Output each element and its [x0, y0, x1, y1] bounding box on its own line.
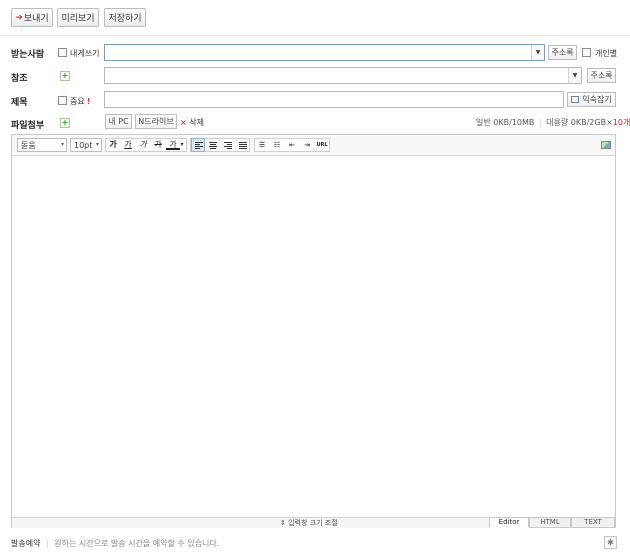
address-book-label: 주소록 [551, 48, 574, 57]
send-label: 보내기 [23, 14, 49, 24]
save-label: 저장하기 [108, 14, 142, 24]
subject-label: 제목 [11, 98, 28, 108]
font-size-value: 10pt [74, 140, 93, 150]
divider [0, 35, 630, 36]
editor-bottom-bar: ⇕ 입력창 크기 조절 Editor HTML TEXT [12, 517, 615, 528]
resize-label: 입력창 크기 조절 [288, 519, 338, 527]
tab-editor[interactable]: Editor [489, 517, 529, 528]
cc-label: 참조 [11, 74, 28, 84]
ndrive-button[interactable]: N드라이브 [135, 114, 177, 129]
font-family-value: 돋움 [21, 140, 36, 150]
delete-attachment-link[interactable]: × 삭제 [180, 117, 204, 128]
align-right-button[interactable] [221, 139, 235, 151]
self-send-checkbox[interactable] [58, 48, 67, 57]
preview-label: 미리보기 [61, 14, 95, 24]
align-left-icon [195, 142, 203, 150]
editor-toolbar: 돋움 ▾ 10pt ▾ 가 가 가 가 가 ▾ ☰ ☷ ⇤ ⇥ URL [12, 135, 615, 156]
resize-handle[interactable]: ⇕ 입력창 크기 조절 [280, 518, 338, 528]
align-group [190, 138, 250, 152]
mail-editor: 돋움 ▾ 10pt ▾ 가 가 가 가 가 ▾ ☰ ☷ ⇤ ⇥ URL ⇕ 입력… [11, 134, 616, 528]
recipient-input[interactable]: ▼ [104, 44, 545, 61]
cc-address-book-label: 주소록 [590, 71, 613, 80]
justify-button[interactable] [236, 139, 250, 151]
normal-size-text: 일반 0KB/10MB [476, 118, 535, 127]
gear-icon[interactable]: ✱ [604, 536, 617, 549]
subject-input[interactable] [104, 91, 564, 108]
align-center-button[interactable] [206, 139, 220, 151]
chevron-down-icon: ▾ [60, 141, 64, 148]
image-icon [601, 141, 611, 149]
delete-label: 삭제 [189, 118, 204, 127]
font-color-dropdown-icon[interactable]: ▾ [178, 139, 186, 151]
bulk-count-text: 10개 [612, 118, 630, 127]
bullet-list-button[interactable]: ☷ [270, 139, 284, 151]
chevron-down-icon: ▾ [95, 141, 99, 148]
underline-button[interactable]: 가 [121, 139, 135, 151]
preview-button[interactable]: 미리보기 [57, 8, 99, 27]
schedule-hint: 원하는 시간으로 발송 시간을 예약할 수 있습니다. [54, 539, 220, 548]
cc-input[interactable]: ▼ [104, 67, 582, 84]
resize-icon: ⇕ [280, 519, 286, 527]
justify-icon [239, 142, 247, 150]
template-label: 익숙잡기 [582, 95, 612, 104]
ndrive-label: N드라이브 [138, 117, 174, 126]
schedule-label[interactable]: 발송예약 [11, 539, 40, 548]
self-send-label: 내게쓰기 [70, 49, 100, 58]
cc-dropdown-arrow[interactable]: ▼ [568, 68, 581, 83]
important-label: 중요! [70, 96, 90, 107]
numbered-list-button[interactable]: ☰ [255, 139, 269, 151]
attachment-size-info: 일반 0KB/10MB | 대용량 0KB/2GB×10개 [476, 117, 630, 128]
insert-image-button[interactable] [600, 139, 612, 151]
mypc-button[interactable]: 내 PC [105, 114, 132, 129]
cc-add-icon[interactable]: + [60, 71, 70, 81]
important-checkbox[interactable] [58, 96, 67, 105]
calendar-icon [571, 96, 580, 103]
link-button[interactable]: URL [315, 139, 329, 151]
strikethrough-button[interactable]: 가 [151, 139, 165, 151]
schedule-divider: | [46, 539, 49, 548]
arrow-right-icon: ➜ [15, 12, 23, 23]
schedule-row: 발송예약 | 원하는 시간으로 발송 시간을 예약할 수 있습니다. [11, 538, 219, 549]
bold-button[interactable]: 가 [106, 139, 120, 151]
attachment-add-icon[interactable]: + [60, 118, 70, 128]
editor-body[interactable] [12, 156, 615, 517]
align-left-button[interactable] [191, 138, 205, 152]
bulk-size-text: 대용량 0KB/2GB× [546, 118, 613, 127]
mypc-label: 내 PC [108, 117, 129, 126]
individual-send-label: 개인별 [595, 49, 618, 58]
important-mark: ! [86, 97, 91, 106]
recipient-address-book-button[interactable]: 주소록 [548, 45, 577, 60]
attachment-label: 파일첨부 [11, 121, 45, 131]
tab-html[interactable]: HTML [529, 517, 571, 528]
font-size-select[interactable]: 10pt ▾ [70, 138, 102, 152]
text-format-group: 가 가 가 가 가 ▾ [105, 138, 187, 152]
indent-button[interactable]: ⇥ [300, 139, 314, 151]
recipient-dropdown-arrow[interactable]: ▼ [531, 45, 544, 60]
cc-address-book-button[interactable]: 주소록 [587, 68, 616, 83]
recipient-label: 받는사람 [11, 50, 45, 60]
font-family-select[interactable]: 돋움 ▾ [17, 138, 67, 152]
italic-button[interactable]: 가 [136, 139, 150, 151]
individual-send-checkbox[interactable] [582, 48, 591, 57]
list-group: ☰ ☷ ⇤ ⇥ URL [254, 138, 330, 152]
template-button[interactable]: 익숙잡기 [567, 92, 616, 107]
send-button[interactable]: ➜ 보내기 [11, 8, 53, 27]
save-draft-button[interactable]: 저장하기 [104, 8, 146, 27]
align-right-icon [224, 142, 232, 150]
size-divider: | [538, 118, 542, 127]
align-center-icon [209, 142, 217, 150]
delete-x-icon: × [180, 118, 187, 127]
outdent-button[interactable]: ⇤ [285, 139, 299, 151]
tab-text[interactable]: TEXT [571, 517, 615, 528]
important-text: 중요 [70, 97, 85, 106]
